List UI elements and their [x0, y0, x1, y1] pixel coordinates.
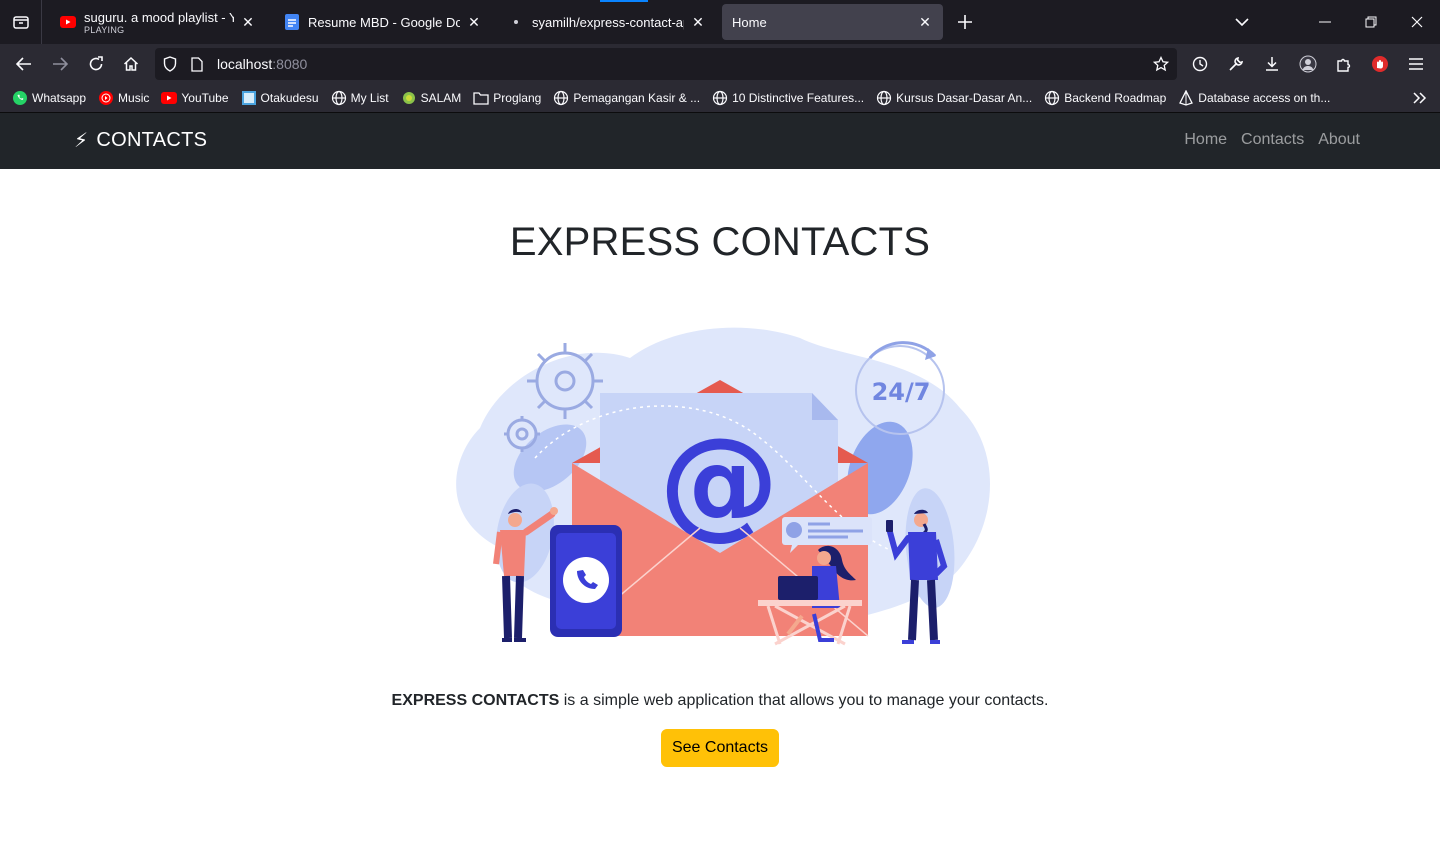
globe-icon: [553, 90, 569, 106]
new-tab-button[interactable]: [949, 6, 981, 38]
page-title: EXPRESS CONTACTS: [509, 220, 931, 264]
bookmark-music[interactable]: Music: [98, 90, 149, 106]
back-button[interactable]: [8, 48, 40, 80]
tab-list-button[interactable]: [0, 0, 42, 44]
google-docs-icon: [284, 14, 300, 30]
adblock-icon: [1372, 56, 1388, 72]
bookmark-whatsapp[interactable]: Whatsapp: [12, 90, 86, 106]
nav-link-home[interactable]: Home: [1184, 131, 1227, 149]
phone-icon: [550, 525, 622, 637]
description-body: is a simple web application that allows …: [559, 692, 1049, 709]
restore-button[interactable]: [1355, 6, 1387, 38]
arrow-right-icon: [53, 57, 68, 71]
prisma-icon: [1178, 90, 1194, 106]
extensions-button[interactable]: [1328, 48, 1360, 80]
close-tab-icon[interactable]: ✕: [917, 14, 933, 30]
folder-icon: [473, 90, 489, 106]
bookmark-pemagangan[interactable]: Pemagangan Kasir & ...: [553, 90, 700, 106]
youtube-icon: [60, 14, 76, 30]
avatar-icon: [1299, 55, 1317, 73]
home-icon: [123, 56, 139, 71]
hamburger-menu-icon: [1409, 58, 1423, 70]
close-tab-icon[interactable]: ✕: [240, 14, 256, 30]
tab-title: Resume MBD - Google Docs: [308, 14, 460, 30]
dev-tools-button[interactable]: [1220, 48, 1252, 80]
hours-label: 24/7: [872, 378, 931, 406]
tab-playing-label: PLAYING: [84, 24, 125, 35]
nav-link-contacts[interactable]: Contacts: [1241, 131, 1304, 149]
otakudesu-icon: [241, 90, 257, 106]
youtube-icon: [161, 90, 178, 106]
clock-icon: [1192, 56, 1208, 72]
more-bookmarks-button[interactable]: [1404, 82, 1436, 114]
lightning-icon: ⚡: [74, 130, 89, 152]
tab-github[interactable]: syamilh/express-contact-app: S ✕: [498, 4, 716, 40]
list-all-tabs-button[interactable]: [1226, 6, 1258, 38]
bookmark-backend-roadmap[interactable]: Backend Roadmap: [1044, 90, 1166, 106]
history-button[interactable]: [1184, 48, 1216, 80]
home-button[interactable]: [115, 48, 147, 80]
page-icon[interactable]: [191, 56, 207, 72]
see-contacts-button[interactable]: See Contacts: [661, 729, 779, 767]
forward-button[interactable]: [44, 48, 76, 80]
salam-icon: [401, 90, 417, 106]
close-window-button[interactable]: [1401, 6, 1433, 38]
bookmark-salam[interactable]: SALAM: [401, 90, 461, 106]
globe-icon: [712, 90, 728, 106]
whatsapp-icon: [12, 90, 28, 106]
bookmark-youtube[interactable]: YouTube: [161, 90, 229, 106]
close-icon: [1411, 16, 1423, 28]
chevron-double-right-icon: [1413, 92, 1427, 104]
restore-icon: [1365, 16, 1377, 28]
downloads-button[interactable]: [1256, 48, 1288, 80]
globe-icon: [331, 90, 347, 106]
youtube-music-icon: [98, 90, 114, 106]
bookmark-proglang[interactable]: Proglang: [473, 90, 541, 106]
reload-icon: [89, 56, 103, 71]
tab-google-docs[interactable]: Resume MBD - Google Docs ✕: [274, 4, 492, 40]
reload-button[interactable]: [80, 48, 112, 80]
close-tab-icon[interactable]: ✕: [466, 14, 482, 30]
description-text: EXPRESS CONTACTS is a simple web applica…: [0, 692, 1440, 710]
tab-title: syamilh/express-contact-app: S: [532, 14, 684, 30]
account-button[interactable]: [1292, 48, 1324, 80]
globe-icon: [1044, 90, 1060, 106]
github-icon: [508, 14, 524, 30]
close-tab-icon[interactable]: ✕: [690, 14, 706, 30]
tab-title: Home: [732, 14, 767, 30]
bookmark-distinctive-features[interactable]: 10 Distinctive Features...: [712, 90, 864, 106]
plus-icon: [958, 15, 972, 29]
description-app-name: EXPRESS CONTACTS: [391, 692, 560, 709]
brand-text: CONTACTS: [96, 129, 208, 151]
tab-home[interactable]: Home ✕: [722, 4, 943, 40]
download-icon: [1266, 57, 1278, 71]
contact-illustration: 24/7 @: [456, 327, 990, 646]
tab-youtube[interactable]: suguru. a mood playlist - YouTuPLAYING ✕: [50, 4, 266, 40]
tab-title: suguru. a mood playlist - YouTu: [84, 9, 234, 25]
bookmark-otakudesu[interactable]: Otakudesu: [241, 90, 319, 106]
tab-list-icon: [12, 16, 29, 29]
globe-icon: [876, 90, 892, 106]
bookmark-star-icon[interactable]: [1153, 56, 1169, 72]
url-bar[interactable]: localhost:8080: [155, 48, 1177, 80]
navbar-brand[interactable]: ⚡ CONTACTS: [74, 128, 207, 153]
nav-link-about[interactable]: About: [1318, 131, 1360, 149]
nav-links: Home Contacts About: [1170, 131, 1360, 149]
puzzle-icon: [1337, 58, 1351, 72]
arrow-left-icon: [16, 57, 31, 71]
bookmark-kursus[interactable]: Kursus Dasar-Dasar An...: [876, 90, 1032, 106]
shield-icon[interactable]: [163, 56, 179, 72]
chevron-down-icon: [1235, 18, 1249, 26]
adblock-button[interactable]: [1364, 48, 1396, 80]
url-text[interactable]: localhost:8080: [217, 56, 307, 72]
bookmarks-toolbar: Whatsapp Music YouTube Otakudesu My List…: [0, 84, 1440, 113]
wrench-icon: [1229, 57, 1243, 71]
minimize-button[interactable]: [1309, 6, 1341, 38]
menu-button[interactable]: [1400, 48, 1432, 80]
minimize-icon: [1319, 21, 1331, 23]
bookmark-my-list[interactable]: My List: [331, 90, 389, 106]
bookmark-database-access[interactable]: Database access on th...: [1178, 90, 1330, 106]
tab-loading-indicator: [600, 0, 648, 2]
